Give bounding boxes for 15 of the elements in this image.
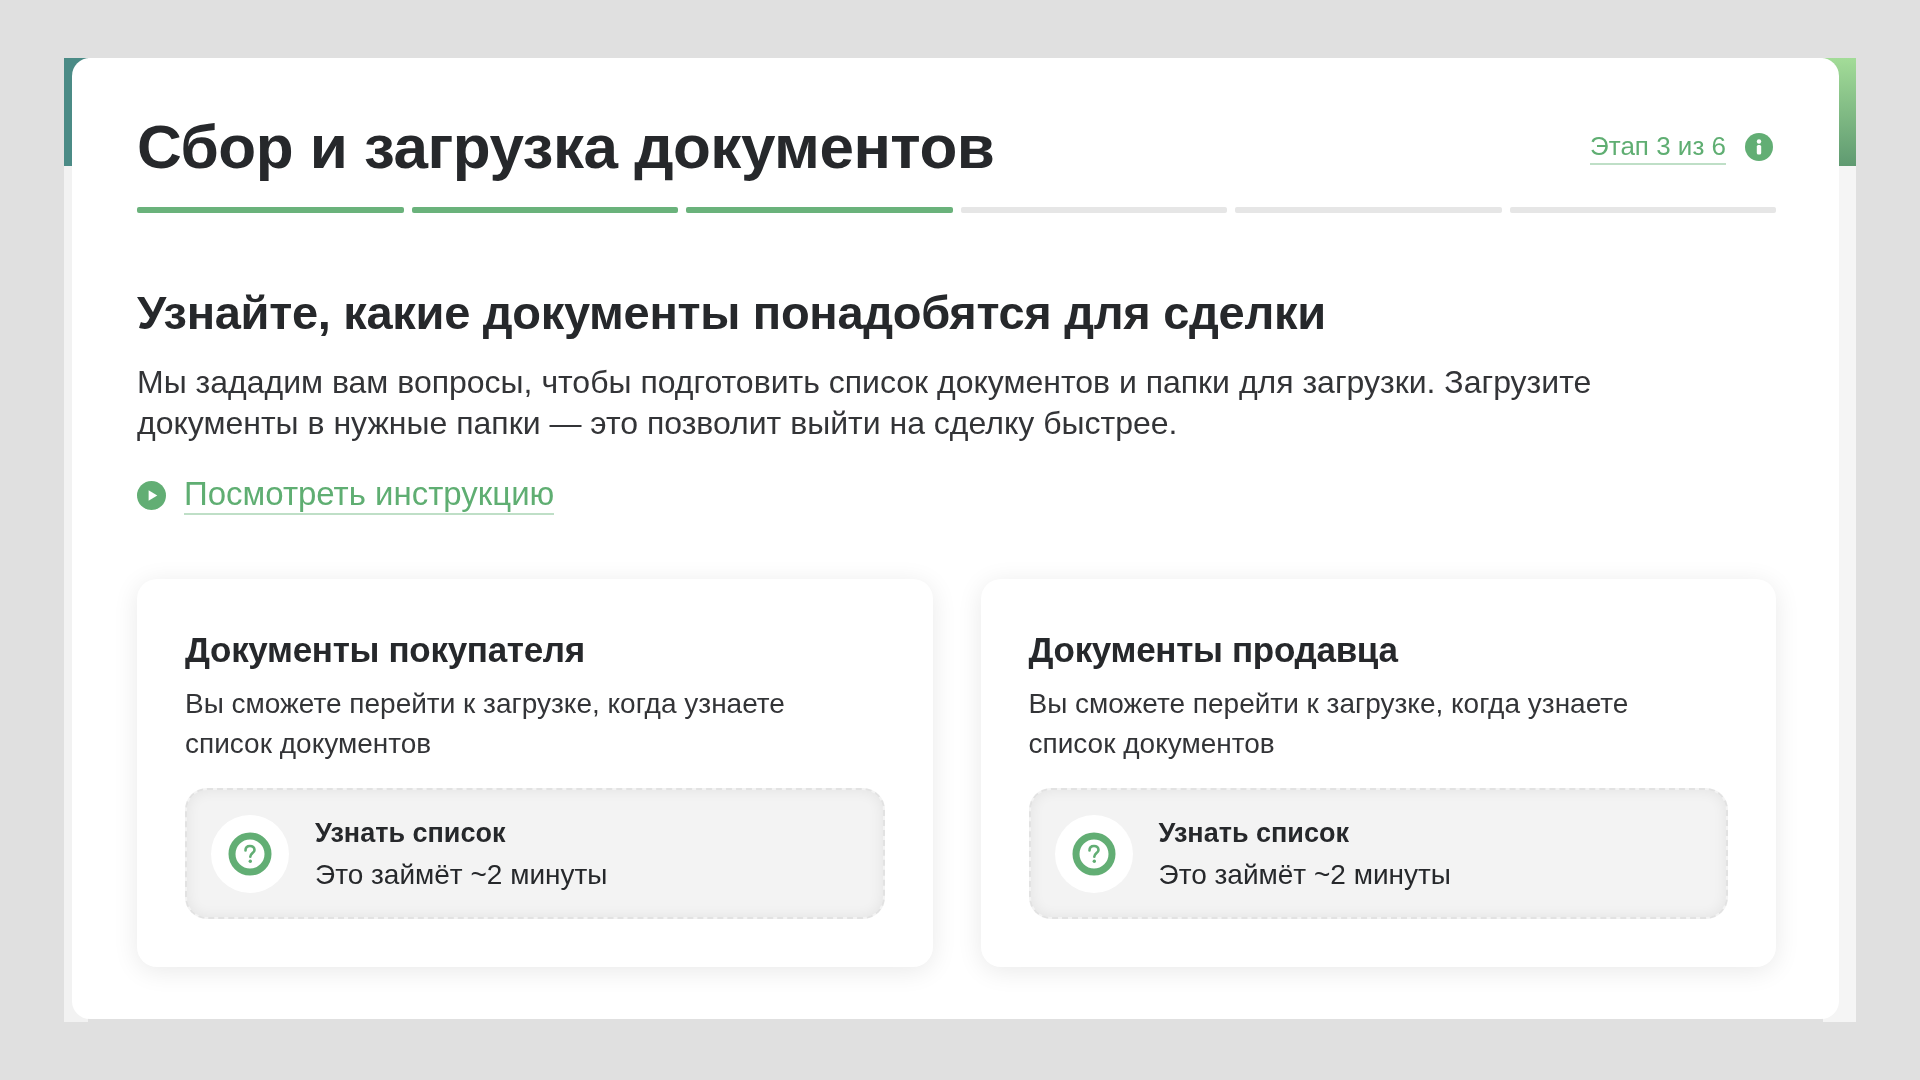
card-description: Вы сможете перейти к загрузке, когда узнаете список документов — [1028, 687, 1630, 761]
action-card[interactable]: Узнать список Это займёт ~2 минуты — [185, 788, 885, 919]
page-title: Сбор и загрузка документов — [137, 111, 995, 183]
action-subtitle: Это займёт ~2 минуты — [1158, 857, 1451, 892]
action-title: Узнать список — [315, 816, 507, 850]
action-card[interactable]: Узнать список Это займёт ~2 минуты — [1028, 788, 1728, 919]
intro-text: Мы зададим вам вопросы, чтобы подготовить список документов и папки для загрузки. Загрузите документы в нужные папки — это позволит выйти на сделку быстрее. — [137, 363, 1593, 443]
play-icon[interactable] — [137, 480, 166, 510]
card-title: Документы продавца — [1028, 629, 1400, 671]
action-subtitle: Это займёт ~2 минуты — [315, 857, 608, 892]
action-title: Узнать список — [1158, 816, 1350, 850]
section-heading: Узнайте, какие документы понадобятся для сделки — [137, 285, 1327, 341]
card-description: Вы сможете перейти к загрузке, когда узнаете список документов — [185, 687, 786, 761]
info-icon[interactable] — [1745, 133, 1773, 161]
card-title: Документы покупателя — [185, 629, 586, 671]
